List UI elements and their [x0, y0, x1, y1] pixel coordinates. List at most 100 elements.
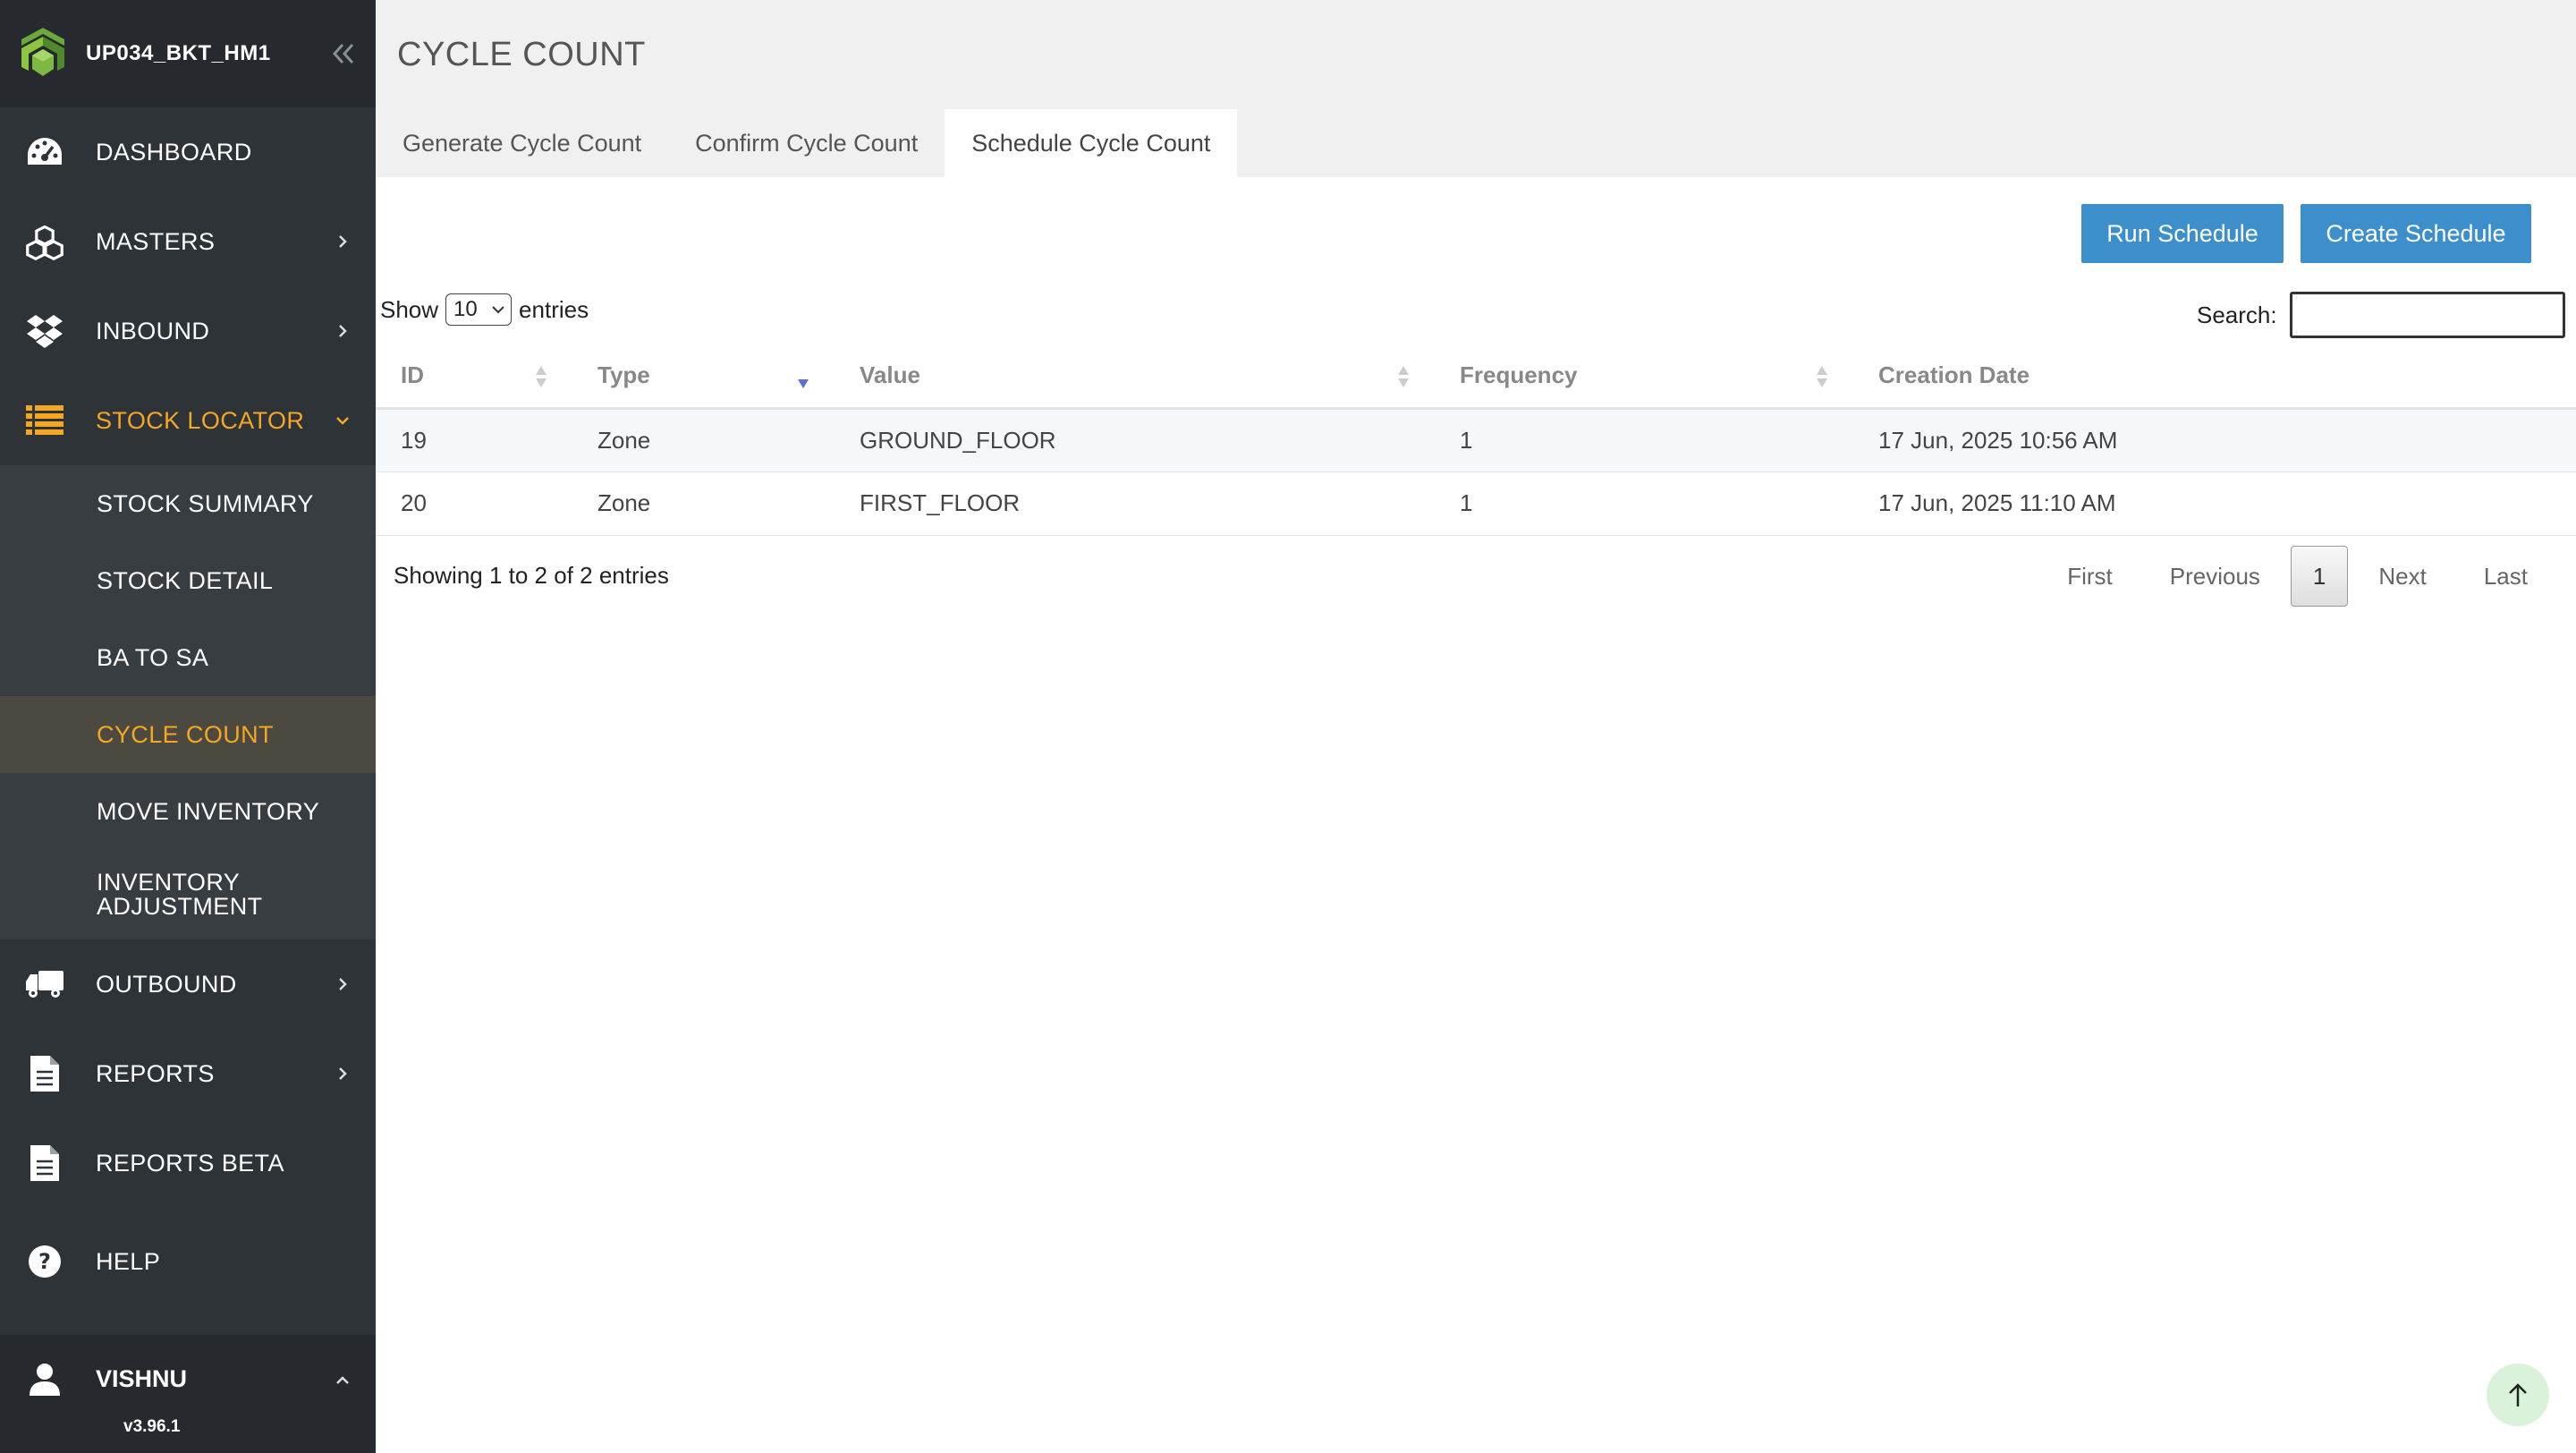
scroll-to-top-button[interactable]	[2487, 1364, 2549, 1426]
page-title: CYCLE COUNT	[397, 36, 646, 73]
tab-generate-cycle-count[interactable]: Generate Cycle Count	[376, 109, 668, 177]
column-header-value[interactable]: Value	[835, 344, 1435, 410]
cell-id: 19	[376, 408, 572, 472]
user-name: VISHNU	[96, 1365, 188, 1392]
column-header-id[interactable]: ID	[376, 344, 572, 410]
cell-type: Zone	[572, 472, 835, 536]
cubes-icon	[25, 222, 64, 261]
tab-bar: Generate Cycle Count Confirm Cycle Count…	[376, 109, 1238, 177]
nav-help-label: HELP	[96, 1247, 161, 1275]
column-header-frequency[interactable]: Frequency	[1435, 344, 1853, 410]
dropbox-icon	[25, 311, 64, 351]
nav-masters[interactable]: MASTERS	[0, 197, 376, 286]
nav-reports[interactable]: REPORTS	[0, 1029, 376, 1118]
show-label: Show	[380, 295, 439, 323]
schedule-table: ID Type Value Frequency Creation Date 19…	[376, 344, 2576, 536]
pager-current-page[interactable]: 1	[2290, 546, 2349, 607]
cell-value: FIRST_FLOOR	[835, 472, 1435, 536]
page-length-value: 10	[453, 297, 478, 321]
logo-icon	[21, 28, 64, 76]
nav-reports-beta[interactable]: REPORTS BETA	[0, 1118, 376, 1208]
list-icon	[25, 401, 64, 440]
nav-outbound-label: OUTBOUND	[96, 970, 237, 998]
column-header-creation-date[interactable]: Creation Date	[1853, 344, 2576, 410]
nav-inbound[interactable]: INBOUND	[0, 286, 376, 376]
sidebar: UP034_BKT_HM1 DASHBOARD MASTERS INBOUND …	[0, 0, 376, 1453]
table-header-row: ID Type Value Frequency Creation Date	[376, 344, 2576, 410]
nav-inbound-label: INBOUND	[96, 317, 210, 344]
user-menu[interactable]: VISHNU v3.96.1	[0, 1335, 376, 1453]
cell-creation-date: 17 Jun, 2025 11:10 AM	[1853, 472, 2576, 536]
page-header: CYCLE COUNT Generate Cycle Count Confirm…	[376, 0, 2576, 177]
cell-id: 20	[376, 472, 572, 536]
cell-type: Zone	[572, 408, 835, 472]
chevron-up-icon	[336, 1376, 349, 1384]
stock-locator-submenu: STOCK SUMMARY STOCK DETAIL BA TO SA CYCL…	[0, 465, 376, 939]
file-text-icon	[25, 1054, 64, 1093]
pager-last[interactable]: Last	[2455, 546, 2556, 607]
page-length-select[interactable]: 10	[445, 293, 513, 326]
dashboard-icon	[25, 132, 64, 172]
column-header-label: Frequency	[1460, 361, 1578, 388]
column-header-label: Value	[860, 361, 920, 388]
column-header-type[interactable]: Type	[572, 344, 835, 410]
arrow-up-icon	[2509, 1383, 2527, 1406]
tab-schedule-cycle-count[interactable]: Schedule Cycle Count	[945, 109, 1238, 177]
search-input[interactable]	[2289, 292, 2565, 338]
chevron-right-icon	[339, 235, 347, 248]
sub-stock-summary[interactable]: STOCK SUMMARY	[0, 465, 376, 542]
chevron-right-icon	[339, 978, 347, 990]
chevron-right-icon	[339, 1067, 347, 1080]
nav-stock-locator[interactable]: STOCK LOCATOR	[0, 376, 376, 465]
sort-icon	[1398, 366, 1409, 387]
file-text-icon	[25, 1143, 64, 1183]
nav-reports-beta-label: REPORTS BETA	[96, 1149, 284, 1177]
page-length-control: Show 10 entries	[380, 293, 589, 326]
main-content: CYCLE COUNT Generate Cycle Count Confirm…	[376, 0, 2576, 1453]
create-schedule-button[interactable]: Create Schedule	[2301, 204, 2531, 263]
cell-frequency: 1	[1435, 472, 1853, 536]
sub-ba-to-sa[interactable]: BA TO SA	[0, 619, 376, 696]
search-label: Search:	[2197, 301, 2277, 328]
help-icon: ?	[25, 1242, 64, 1281]
nav-help[interactable]: ? HELP	[0, 1217, 376, 1306]
pager-first[interactable]: First	[2038, 546, 2141, 607]
pager-next[interactable]: Next	[2350, 546, 2454, 607]
brand-name: UP034_BKT_HM1	[86, 41, 271, 65]
sub-cycle-count[interactable]: CYCLE COUNT	[0, 696, 376, 773]
search-control: Search:	[2197, 292, 2565, 338]
run-schedule-button[interactable]: Run Schedule	[2081, 204, 2284, 263]
sort-icon	[536, 366, 547, 387]
nav-outbound[interactable]: OUTBOUND	[0, 939, 376, 1029]
app-version: v3.96.1	[123, 1417, 181, 1436]
chevron-right-icon	[339, 325, 347, 337]
sub-move-inventory[interactable]: MOVE INVENTORY	[0, 773, 376, 850]
sub-inventory-adjustment-line1: INVENTORY	[97, 869, 241, 896]
truck-icon	[25, 964, 64, 1004]
nav-dashboard[interactable]: DASHBOARD	[0, 107, 376, 197]
column-header-label: Creation Date	[1878, 361, 2030, 388]
nav-stock-locator-label: STOCK LOCATOR	[96, 406, 305, 434]
column-header-label: Type	[597, 361, 650, 388]
tab-confirm-cycle-count[interactable]: Confirm Cycle Count	[668, 109, 945, 177]
svg-text:?: ?	[38, 1249, 51, 1274]
sub-inventory-adjustment[interactable]: INVENTORY ADJUSTMENT	[0, 850, 376, 939]
chevron-down-icon	[492, 306, 504, 314]
brand-header: UP034_BKT_HM1	[0, 0, 376, 107]
chevron-down-icon	[336, 417, 349, 425]
user-icon	[30, 1364, 60, 1396]
pagination: First Previous 1 Next Last	[2038, 546, 2556, 607]
table-row[interactable]: 20 Zone FIRST_FLOOR 1 17 Jun, 2025 11:10…	[376, 472, 2576, 536]
nav-masters-label: MASTERS	[96, 227, 216, 255]
sub-inventory-adjustment-line2: ADJUSTMENT	[97, 893, 263, 920]
sort-desc-icon	[798, 379, 809, 388]
nav-reports-label: REPORTS	[96, 1059, 215, 1087]
cell-frequency: 1	[1435, 408, 1853, 472]
collapse-sidebar-icon[interactable]	[331, 39, 356, 68]
pager-previous[interactable]: Previous	[2141, 546, 2289, 607]
cell-creation-date: 17 Jun, 2025 10:56 AM	[1853, 408, 2576, 472]
sub-stock-detail[interactable]: STOCK DETAIL	[0, 542, 376, 619]
table-row[interactable]: 19 Zone GROUND_FLOOR 1 17 Jun, 2025 10:5…	[376, 408, 2576, 472]
sort-icon	[1817, 366, 1827, 387]
divider	[0, 1208, 376, 1217]
